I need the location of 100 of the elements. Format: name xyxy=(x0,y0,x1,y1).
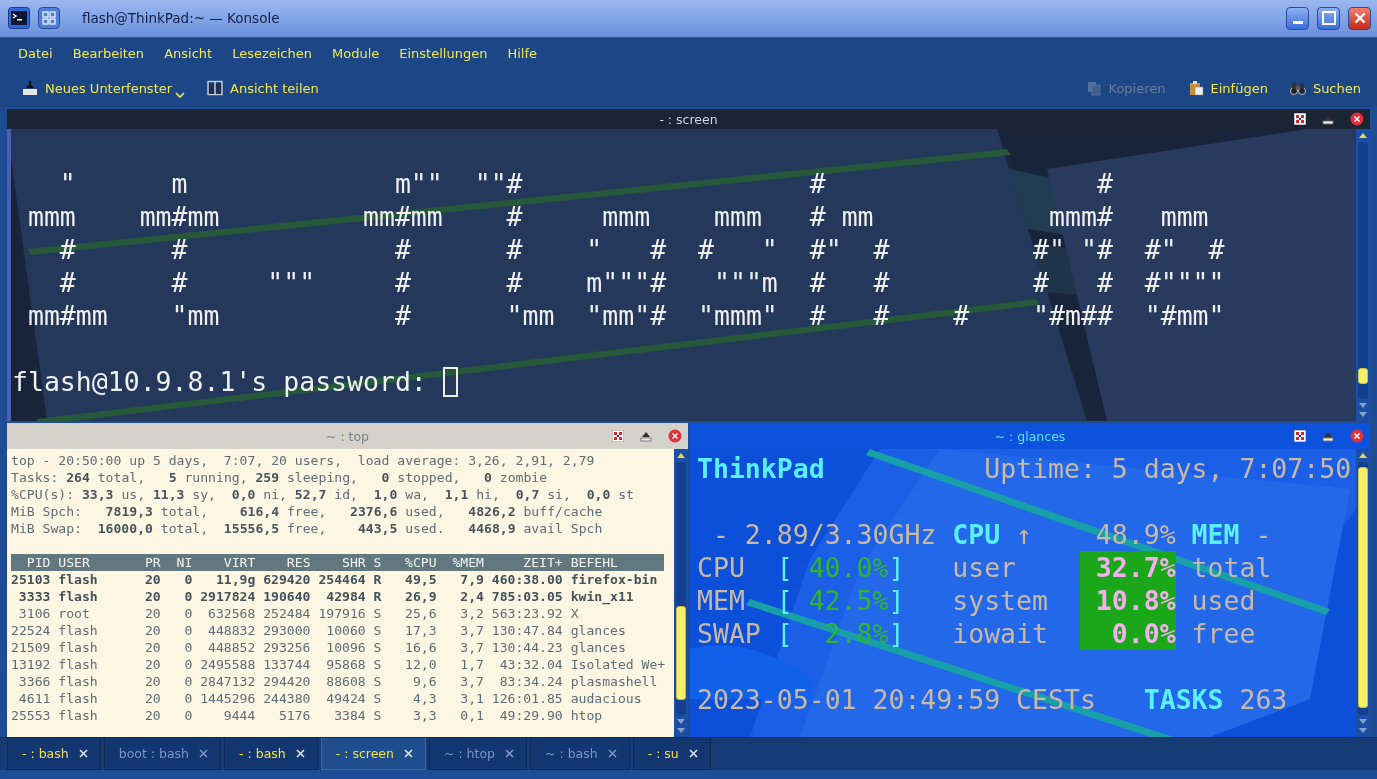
column-header: BEFEHL xyxy=(570,554,618,572)
meter-label: CPU xyxy=(697,551,746,585)
grid-icon[interactable] xyxy=(1294,113,1306,126)
menu-item[interactable]: Lesezeichen xyxy=(222,46,322,62)
table-cell-text: 629420 xyxy=(262,571,311,589)
toolbar-button[interactable]: Ansicht teilen xyxy=(199,76,327,101)
table-cell-text: S xyxy=(372,707,382,725)
terminal-icon[interactable] xyxy=(8,7,30,30)
grid-icon[interactable] xyxy=(1294,430,1306,443)
tab[interactable]: - : su xyxy=(632,738,711,770)
binoculars-icon xyxy=(1289,80,1306,97)
table-cell-text: flash xyxy=(57,571,99,589)
tab[interactable]: ~ : bash xyxy=(530,738,630,770)
table-cell-text: 25,6 xyxy=(404,605,437,623)
table-cell-text: 0 xyxy=(183,622,193,640)
menu-item[interactable]: Bearbeiten xyxy=(62,46,155,62)
stat-value: 0.0% xyxy=(1079,617,1176,651)
menu-item[interactable]: Module xyxy=(322,46,390,62)
table-cell-text: S xyxy=(372,639,382,657)
percent-value: 2.8% xyxy=(823,617,889,651)
table-cell-text: 11,9g xyxy=(214,571,256,589)
meter-label: SWAP xyxy=(697,617,762,651)
table-cell-text: 293000 xyxy=(262,622,311,640)
table-cell-text: R xyxy=(372,571,382,589)
column-header: PR xyxy=(143,554,161,572)
table-cell-text: flash xyxy=(57,588,99,606)
table-cell-text: flash xyxy=(57,707,99,725)
dock-icon[interactable] xyxy=(1322,430,1334,443)
close-button[interactable] xyxy=(1348,6,1371,30)
table-cell-text: 20 xyxy=(143,571,161,589)
tab[interactable]: - : bash xyxy=(224,738,318,770)
caret-icon[interactable] xyxy=(175,91,186,99)
terminal-line: # # # # " # # " #" # #" "# #" # xyxy=(58,233,1225,267)
scrollbar[interactable] xyxy=(1356,449,1370,738)
column-header: S xyxy=(372,554,382,572)
table-cell-text: 3,7 xyxy=(459,673,484,691)
toolbar-button[interactable]: Neues Unterfenster xyxy=(14,73,194,103)
bracket: [ xyxy=(776,584,793,618)
hostname: ThinkPad xyxy=(697,452,825,486)
copy-icon xyxy=(1085,80,1102,97)
scrollbar[interactable] xyxy=(674,449,688,738)
minimize-button[interactable] xyxy=(1286,6,1309,30)
tab[interactable]: boot : bash xyxy=(103,738,222,770)
table-cell-text: 9,6 xyxy=(411,673,437,691)
table-cell: glances xyxy=(570,622,626,640)
toolbar-button[interactable]: Einfügen xyxy=(1179,76,1276,101)
terminal-line: MiB Spch: 7819,3 total, 616,4 free, 2376,6 used, 4826,2 buff/cache xyxy=(11,503,603,521)
table-cell-text: 244380 xyxy=(262,690,311,708)
table-cell-text: 7,9 xyxy=(459,571,484,589)
task-count: 263 xyxy=(1239,683,1288,717)
dock-icon[interactable] xyxy=(640,430,652,443)
tab[interactable]: ~ : htop xyxy=(428,738,527,770)
uptime-text: Uptime: 5 days, 7:07:50 xyxy=(984,452,1352,486)
menu-item[interactable]: Datei xyxy=(8,46,63,62)
menu-item[interactable]: Hilfe xyxy=(497,46,547,62)
table-cell: 25553 xyxy=(11,707,51,725)
table-cell-text: 130:44.23 xyxy=(490,639,563,657)
split-view-icon xyxy=(207,80,224,97)
table-cell-text: 1,7 xyxy=(459,656,484,674)
window-title: flash@ThinkPad:~ — Konsole xyxy=(82,10,281,27)
table-cell-text: 20 xyxy=(143,690,161,708)
table-cell-text: 10096 xyxy=(325,639,366,657)
table-cell-text: 3384 xyxy=(333,707,366,725)
table-cell-text: S xyxy=(372,690,382,708)
table-cell-text: 0,1 xyxy=(459,707,484,725)
table-cell-text: 197916 xyxy=(317,605,366,623)
close-icon[interactable] xyxy=(1350,112,1364,127)
table-cell-text: 448852 xyxy=(207,639,256,657)
table-cell-text: 16,6 xyxy=(404,639,437,657)
table-cell: 13192 xyxy=(11,656,51,674)
stat-name: total xyxy=(1191,551,1272,585)
stat-name: used xyxy=(1191,584,1256,618)
tab[interactable]: - : screen xyxy=(320,738,426,770)
table-cell-text: R xyxy=(372,588,382,606)
table-cell-text: 0 xyxy=(183,690,193,708)
pane-title: ~ : top xyxy=(325,428,370,444)
close-icon[interactable] xyxy=(1350,429,1364,444)
table-cell-text: 4,3 xyxy=(411,690,437,708)
table-cell-text: 26,9 xyxy=(404,588,437,606)
table-cell: 25103 xyxy=(11,571,51,589)
clipboard-icon xyxy=(1187,80,1204,97)
stat-name: user xyxy=(952,551,1018,585)
table-cell: 21509 xyxy=(11,639,51,657)
table-cell: kwin_x11 xyxy=(570,588,634,606)
table-cell-text: 3,1 xyxy=(459,690,484,708)
scrollbar[interactable] xyxy=(1356,129,1370,422)
table-cell-text: 2917824 xyxy=(199,588,256,606)
section-label: MEM xyxy=(1191,518,1240,552)
table-cell: 22524 xyxy=(11,622,51,640)
tab[interactable]: - : bash xyxy=(7,738,101,770)
grid-icon[interactable] xyxy=(38,7,60,30)
table-cell-text: flash xyxy=(57,656,99,674)
maximize-button[interactable] xyxy=(1317,6,1340,30)
dock-icon[interactable] xyxy=(1322,113,1334,126)
table-cell-text: 0 xyxy=(183,673,193,691)
toolbar-button[interactable]: Suchen xyxy=(1281,76,1369,101)
grid-icon[interactable] xyxy=(612,430,624,443)
menu-item[interactable]: Einstellungen xyxy=(389,46,498,62)
menu-item[interactable]: Ansicht xyxy=(154,46,223,62)
pane-title: ~ : glances xyxy=(994,428,1066,444)
